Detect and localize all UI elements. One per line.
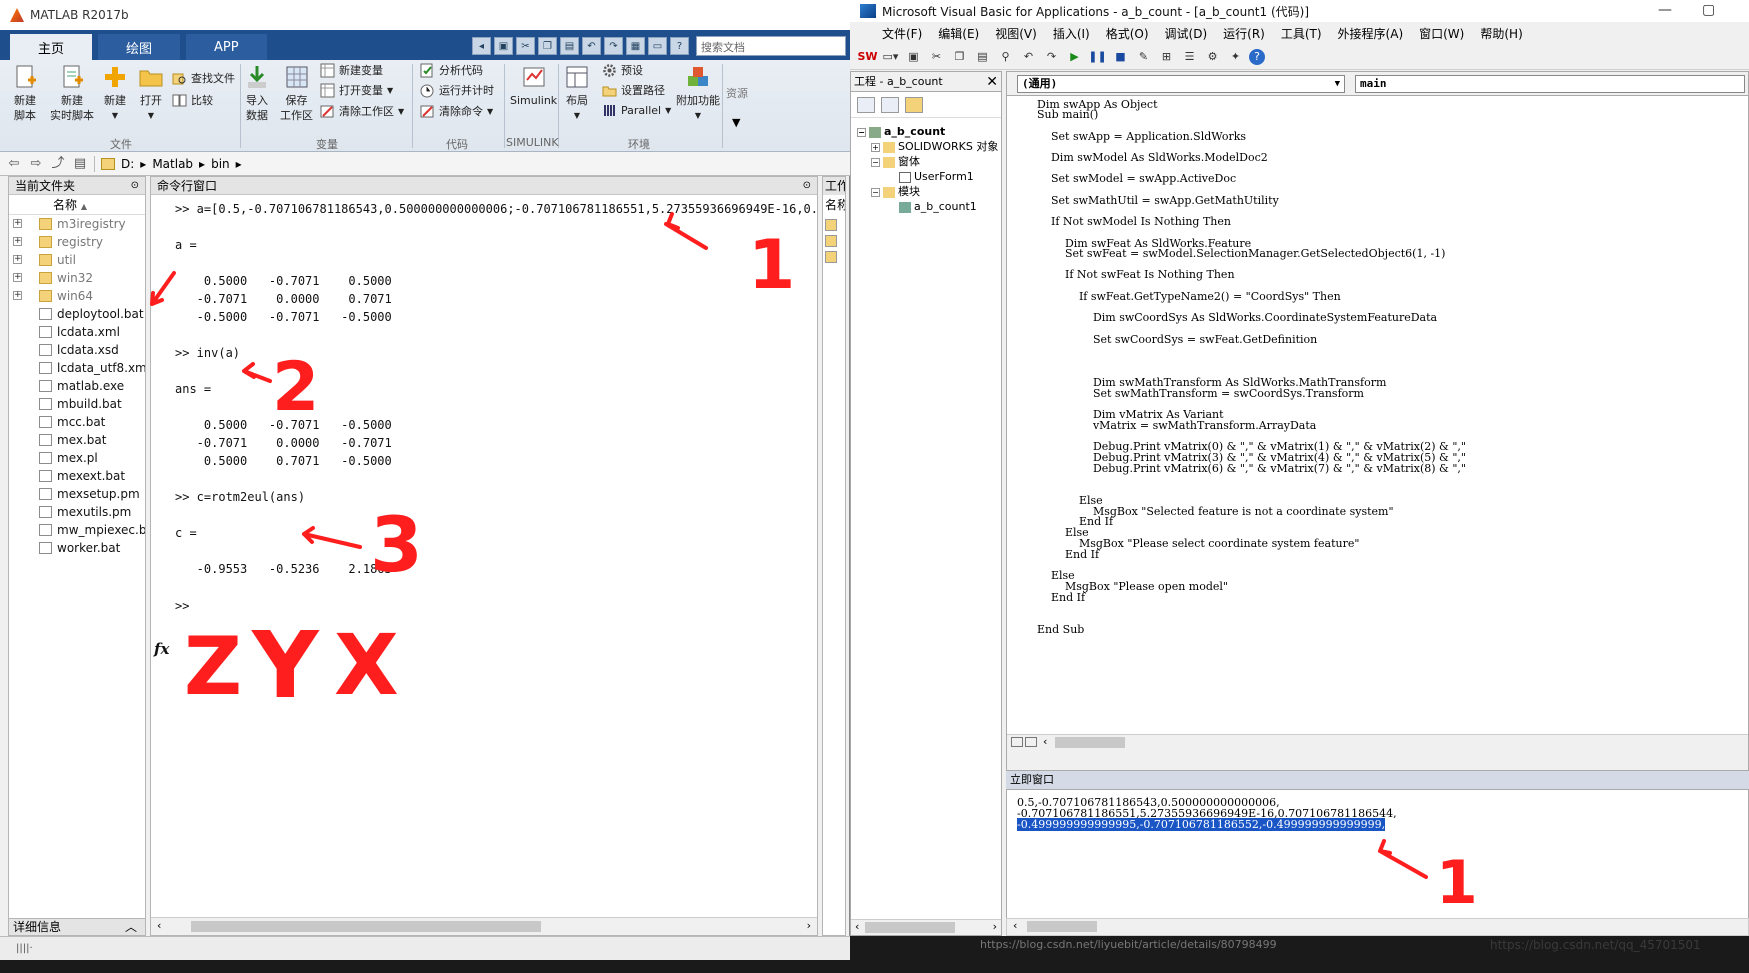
annotation-axis-x: X [334, 616, 399, 714]
annotation-arrow-1b [1378, 839, 1428, 879]
annotation-axis-z: Z [184, 620, 243, 713]
annotation-number-3: 3 [370, 500, 423, 589]
annotation-axis-y: Y [252, 612, 319, 719]
annotation-arrow-1 [664, 212, 708, 250]
annotation-arrow-3 [302, 526, 362, 549]
annotation-layer [150, 212, 1428, 879]
annotation-number-2: 2 [272, 348, 320, 427]
annotation-number-1b: 1 [1436, 848, 1478, 918]
annotation-arrow-2 [242, 362, 272, 383]
annotation-arrow-a [150, 271, 176, 306]
annotation-number-1: 1 [748, 226, 796, 305]
